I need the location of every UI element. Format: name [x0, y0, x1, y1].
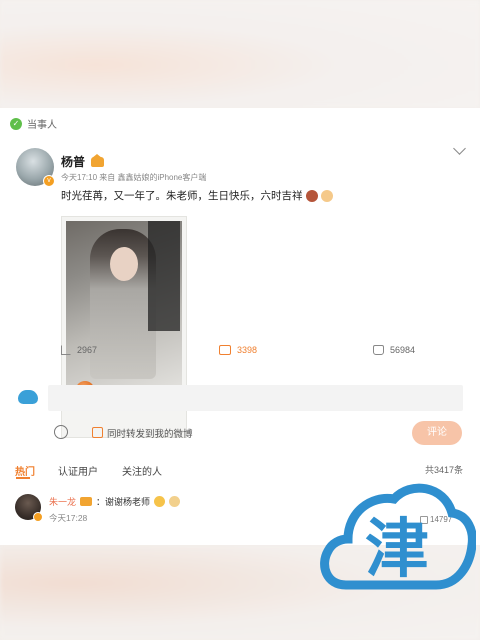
comment-icon — [219, 345, 231, 355]
tab-verified-users[interactable]: 认证用户 — [58, 463, 98, 478]
smiley-icon[interactable] — [54, 425, 68, 439]
comment-input[interactable] — [48, 385, 463, 411]
repost-button[interactable]: 2967 — [61, 345, 97, 355]
comment-time: 今天17:28 — [49, 513, 88, 523]
grin-emoji-icon — [154, 496, 166, 507]
tab-hot[interactable]: 热门 — [15, 463, 35, 478]
tab-followed[interactable]: 关注的人 — [122, 463, 162, 478]
bow-emoji-icon — [169, 496, 181, 507]
cake-emoji-icon — [305, 189, 318, 202]
author-avatar[interactable]: v — [16, 148, 55, 187]
like-count: 56984 — [390, 345, 416, 355]
repost-icon — [61, 345, 71, 355]
thumbs-up-icon — [373, 345, 384, 355]
victory-hand-emoji-icon — [320, 189, 333, 202]
comment-count: 3398 — [237, 345, 258, 355]
polaroid-image — [66, 221, 182, 411]
forward-checkbox[interactable] — [92, 427, 103, 438]
my-avatar — [17, 386, 39, 408]
post-meta: 今天17:10 来自 鑫鑫姑娘的iPhone客户端 — [61, 173, 207, 182]
comment-line: 朱一龙 ：谢谢杨老师 — [49, 495, 181, 508]
person-face — [110, 247, 138, 281]
submit-comment-button[interactable]: 评论 — [412, 421, 462, 445]
parties-label: 当事人 — [27, 120, 57, 131]
watermark-char: 津 — [365, 513, 429, 587]
verified-badge-icon: v — [43, 175, 55, 187]
background-poster — [148, 221, 180, 331]
crown-icon — [80, 497, 93, 506]
post-actions: 2967 3398 56984 — [0, 345, 480, 365]
comment-button[interactable]: 3398 — [219, 345, 257, 355]
chevron-down-icon[interactable] — [453, 142, 466, 155]
author-name-row: 杨普 — [61, 153, 105, 170]
active-tab-indicator — [16, 477, 30, 479]
parties-tag: ✓ 当事人 — [10, 116, 57, 131]
cloud-icon — [18, 390, 38, 404]
crown-icon — [91, 153, 105, 167]
commenter-name[interactable]: 朱一龙 — [49, 495, 76, 508]
parties-icon: ✓ — [10, 117, 22, 130]
author-name[interactable]: 杨普 — [61, 153, 85, 170]
post-text-row: 时光荏苒，又一年了。朱老师，生日快乐，六时吉祥 — [61, 188, 333, 203]
forward-label[interactable]: 同时转发到我的微博 — [107, 426, 193, 440]
commenter-avatar[interactable] — [15, 494, 43, 522]
cloud-watermark-logo: 津 — [320, 483, 476, 590]
verified-badge-icon — [33, 512, 43, 522]
post-text: 时光荏苒，又一年了。朱老师，生日快乐，六时吉祥 — [61, 190, 303, 202]
blurred-background-top — [0, 0, 480, 108]
like-button[interactable]: 56984 — [373, 345, 415, 355]
comment-text: ：谢谢杨老师 — [96, 497, 151, 507]
repost-count: 2967 — [77, 345, 98, 355]
